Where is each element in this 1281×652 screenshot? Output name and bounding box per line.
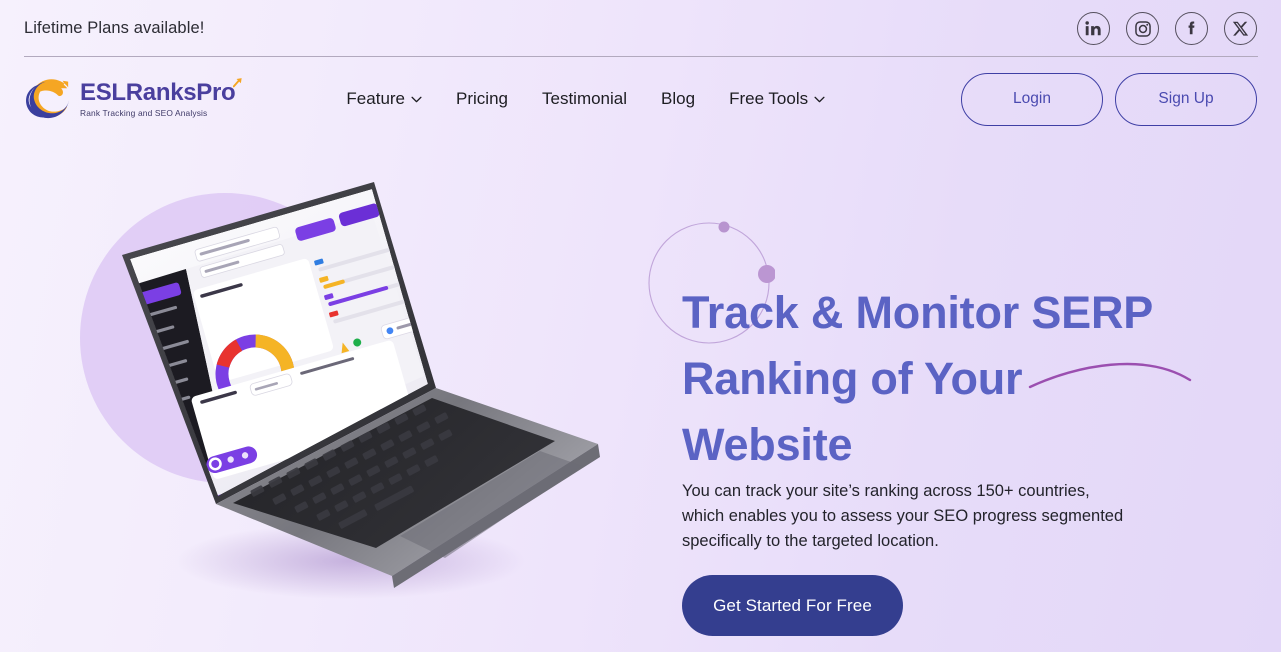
logo-text-group: ESLRanksPro Rank Tracking and SEO Analys… [80, 77, 243, 118]
nav-label-free-tools: Free Tools [729, 89, 809, 108]
laptop-dashboard-mockup [100, 176, 610, 616]
nav-item-feature[interactable]: Feature [334, 83, 434, 115]
nav-item-testimonial[interactable]: Testimonial [530, 83, 639, 115]
site-header: ESLRanksPro Rank Tracking and SEO Analys… [0, 57, 1281, 141]
instagram-icon[interactable] [1126, 12, 1159, 45]
nav-label-blog: Blog [661, 89, 696, 108]
linkedin-icon[interactable] [1077, 12, 1110, 45]
main-navigation: Feature Pricing Testimonial Blog Free To… [334, 83, 837, 115]
nav-label-pricing: Pricing [456, 89, 508, 108]
logo-arrow-icon [233, 77, 243, 88]
nav-item-pricing[interactable]: Pricing [444, 83, 520, 115]
hero-section: Track & Monitor SERP Ranking of Your Web… [0, 141, 1281, 652]
page-title: Track & Monitor SERP Ranking of Your Web… [682, 287, 1153, 470]
logo-tagline: Rank Tracking and SEO Analysis [80, 107, 208, 118]
nav-label-feature: Feature [346, 89, 406, 108]
social-links [1077, 12, 1257, 45]
hero-copy: Track & Monitor SERP Ranking of Your Web… [648, 141, 1242, 652]
logo-mark-icon [26, 79, 70, 119]
site-logo[interactable]: ESLRanksPro Rank Tracking and SEO Analys… [24, 76, 243, 122]
signup-button[interactable]: Sign Up [1115, 72, 1257, 126]
hero-subtext: You can track your site’s ranking across… [682, 482, 1124, 550]
logo-title: ESLRanksPro [80, 77, 243, 105]
chevron-down-icon [814, 96, 825, 102]
chevron-down-icon [411, 96, 422, 102]
x-twitter-icon[interactable] [1224, 12, 1257, 45]
facebook-icon[interactable] [1175, 12, 1208, 45]
top-utility-bar: Lifetime Plans available! [0, 0, 1281, 57]
auth-buttons: Login Sign Up [961, 72, 1257, 126]
nav-item-free-tools[interactable]: Free Tools [717, 83, 837, 115]
hero-visual [0, 141, 640, 652]
get-started-button[interactable]: Get Started For Free [682, 575, 903, 636]
nav-label-testimonial: Testimonial [541, 89, 628, 108]
nav-item-blog[interactable]: Blog [649, 83, 707, 115]
announcement-text: Lifetime Plans available! [24, 19, 205, 37]
login-button[interactable]: Login [961, 72, 1103, 126]
